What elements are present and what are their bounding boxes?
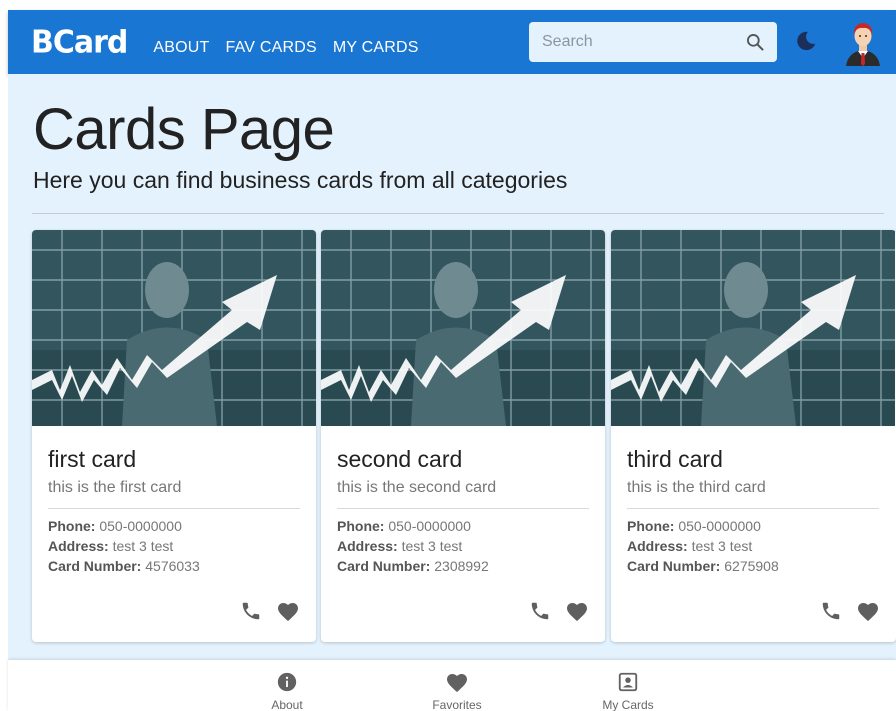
avatar[interactable] (842, 18, 884, 66)
card-subtitle: this is the second card (337, 479, 497, 496)
card-subtitle: this is the first card (48, 479, 182, 496)
search-box (529, 22, 777, 62)
card-address: Address: test 3 test (48, 538, 173, 554)
bottom-nav-label: My Cards (602, 698, 654, 711)
card-number-label: Card Number: (48, 558, 142, 574)
phone-label: Phone: (337, 518, 385, 534)
heart-icon[interactable] (856, 600, 880, 627)
search-icon[interactable] (745, 32, 765, 57)
main-content: Cards Page Here you can find business ca… (8, 74, 896, 660)
bottom-nav-label: About (271, 698, 303, 711)
business-card[interactable]: first card this is the first card Phone:… (32, 230, 316, 642)
card-actions (240, 600, 300, 627)
card-number-value: 2308992 (434, 558, 489, 574)
phone-label: Phone: (48, 518, 96, 534)
card-address: Address: test 3 test (337, 538, 462, 554)
phone-value: 050-0000000 (678, 518, 761, 534)
business-card[interactable]: second card this is the second card Phon… (321, 230, 605, 642)
phone-value: 050-0000000 (99, 518, 182, 534)
app-bar: BCard ABOUT FAV CARDS MY CARDS (8, 10, 896, 74)
card-title: third card (627, 446, 723, 472)
card-title: second card (337, 446, 463, 472)
bottom-nav-about[interactable]: About (227, 671, 347, 711)
phone-icon[interactable] (529, 600, 551, 627)
business-card[interactable]: third card this is the third card Phone:… (611, 230, 896, 642)
card-divider (48, 508, 300, 509)
bottom-navigation: About Favorites My Cards (8, 660, 896, 711)
card-phone: Phone: 050-0000000 (48, 518, 182, 534)
nav-my-cards[interactable]: MY CARDS (333, 39, 419, 57)
info-icon (276, 672, 298, 696)
heart-icon (445, 674, 469, 696)
bottom-nav-my-cards[interactable]: My Cards (568, 671, 688, 711)
divider (32, 213, 884, 214)
address-label: Address: (337, 538, 398, 554)
phone-icon[interactable] (240, 600, 262, 627)
heart-icon[interactable] (565, 600, 589, 627)
address-value: test 3 test (691, 538, 753, 554)
card-number: Card Number: 4576033 (48, 558, 200, 574)
nav-about[interactable]: ABOUT (153, 39, 209, 57)
card-number-label: Card Number: (337, 558, 431, 574)
card-number: Card Number: 2308992 (337, 558, 489, 574)
card-subtitle: this is the third card (627, 479, 766, 496)
phone-value: 050-0000000 (388, 518, 471, 534)
card-phone: Phone: 050-0000000 (337, 518, 471, 534)
card-number-value: 6275908 (724, 558, 779, 574)
card-address: Address: test 3 test (627, 538, 752, 554)
bottom-nav-favorites[interactable]: Favorites (397, 671, 517, 711)
card-image (32, 230, 316, 426)
bottom-nav-label: Favorites (432, 698, 482, 711)
top-strip (0, 0, 896, 10)
card-divider (337, 508, 589, 509)
card-phone: Phone: 050-0000000 (627, 518, 761, 534)
page-title: Cards Page (33, 97, 335, 162)
address-value: test 3 test (401, 538, 463, 554)
heart-icon[interactable] (276, 600, 300, 627)
address-label: Address: (627, 538, 688, 554)
address-label: Address: (48, 538, 109, 554)
card-actions (529, 600, 589, 627)
card-image (611, 230, 895, 426)
page-subtitle: Here you can find business cards from al… (33, 167, 568, 193)
nav-fav-cards[interactable]: FAV CARDS (226, 39, 317, 57)
card-number-value: 4576033 (145, 558, 200, 574)
card-number-label: Card Number: (627, 558, 721, 574)
moon-icon[interactable] (795, 30, 817, 57)
main-nav: ABOUT FAV CARDS MY CARDS (153, 39, 434, 57)
logo[interactable]: BCard (31, 24, 128, 61)
search-input[interactable] (529, 33, 729, 51)
phone-label: Phone: (627, 518, 675, 534)
card-title: first card (48, 446, 137, 472)
card-divider (627, 508, 879, 509)
address-value: test 3 test (112, 538, 174, 554)
card-number: Card Number: 6275908 (627, 558, 779, 574)
contact-card-icon (617, 672, 639, 696)
phone-icon[interactable] (820, 600, 842, 627)
card-actions (820, 600, 880, 627)
card-image (321, 230, 605, 426)
